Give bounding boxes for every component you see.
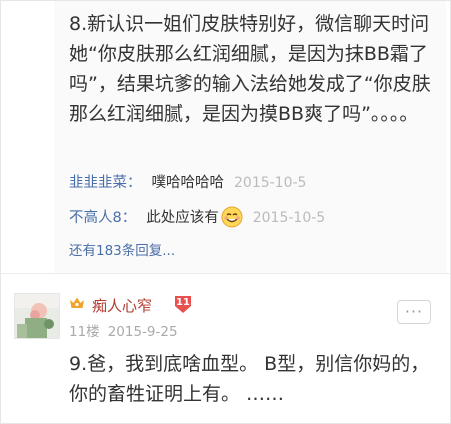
username[interactable]: 痴人心窄	[92, 295, 152, 316]
avatar-image	[15, 294, 59, 338]
floor-number: 11楼	[69, 324, 100, 340]
crown-icon	[70, 297, 84, 308]
user-avatar[interactable]	[14, 293, 60, 339]
more-options-button[interactable]: ···	[397, 300, 431, 324]
level-number: 11	[176, 297, 190, 308]
more-replies-link[interactable]: 还有183条回复...	[69, 239, 175, 259]
reply-username[interactable]: 不高人8：	[69, 210, 136, 226]
reply-content: 此处应该有	[146, 210, 219, 226]
thread-view: 8.新认识一姐们皮肤特别好，微信聊天时问她“你皮肤那么红润细腻，是因为抹BB霜了…	[0, 0, 451, 424]
reply-date: 2015-10-5	[234, 175, 307, 191]
reply-content: 噗哈哈哈哈	[151, 175, 225, 191]
post-content: 9.爸，我到底啥血型。 B型，别信你妈的，你的畜牲证明上有。 ……	[69, 353, 430, 405]
divider	[1, 273, 450, 274]
reply-date: 2015-10-5	[252, 210, 326, 226]
post-meta: 11楼 2015-9-25	[69, 320, 178, 340]
reply-username[interactable]: 韭韭韭菜：	[69, 175, 142, 191]
reply-item: 不高人8： 此处应该有 2015-10-5	[69, 206, 325, 228]
smile-emoji-icon	[221, 206, 243, 228]
level-badge: 11	[173, 294, 193, 314]
reply-item: 韭韭韭菜： 噗哈哈哈哈 2015-10-5	[69, 173, 306, 193]
post-content: 8.新认识一姐们皮肤特别好，微信聊天时问她“你皮肤那么红润细腻，是因为抹BB霜了…	[69, 13, 431, 125]
post-date: 2015-9-25	[107, 324, 178, 340]
